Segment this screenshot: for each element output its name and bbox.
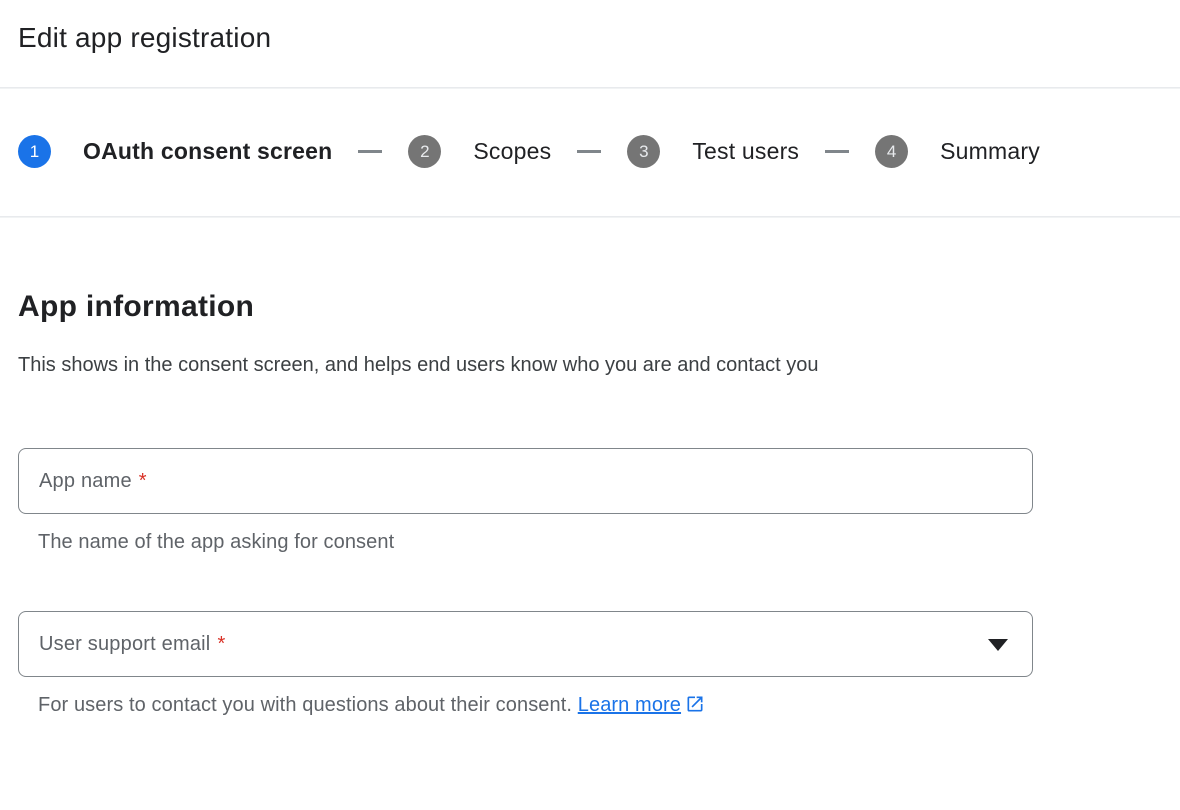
step-oauth-consent-screen[interactable]: 1 OAuth consent screen <box>18 135 332 168</box>
step-4-circle: 4 <box>875 135 908 168</box>
stepper-divider <box>0 216 1180 218</box>
user-support-email-label: User support email <box>39 633 210 656</box>
app-name-field-group: App name * The name of the app asking fo… <box>18 448 1033 555</box>
step-separator <box>358 150 382 153</box>
learn-more-label: Learn more <box>578 694 681 716</box>
step-test-users[interactable]: 3 Test users <box>627 135 799 168</box>
step-scopes[interactable]: 2 Scopes <box>408 135 551 168</box>
step-4-label: Summary <box>940 138 1040 165</box>
user-support-email-required-marker: * <box>217 633 225 656</box>
oauth-consent-form: App information This shows in the consen… <box>0 290 1180 721</box>
step-3-label: Test users <box>692 138 799 165</box>
page-title: Edit app registration <box>18 21 1180 55</box>
header-divider <box>0 87 1180 89</box>
section-heading: App information <box>18 290 1180 324</box>
app-name-helper-text: The name of the app asking for consent <box>38 529 1033 555</box>
step-2-circle: 2 <box>408 135 441 168</box>
learn-more-link[interactable]: Learn more <box>578 694 705 716</box>
app-name-required-marker: * <box>139 470 147 493</box>
app-name-input[interactable]: App name * <box>18 448 1033 514</box>
section-description: This shows in the consent screen, and he… <box>18 346 883 384</box>
external-link-icon <box>685 694 705 721</box>
user-support-email-field-group: User support email * For users to contac… <box>18 611 1033 721</box>
dropdown-arrow-icon[interactable] <box>988 639 1008 651</box>
app-name-label: App name <box>39 470 132 493</box>
step-1-circle: 1 <box>18 135 51 168</box>
user-support-email-helper-label: For users to contact you with questions … <box>38 694 572 716</box>
step-separator <box>577 150 601 153</box>
user-support-email-select[interactable]: User support email * <box>18 611 1033 677</box>
step-2-label: Scopes <box>473 138 551 165</box>
step-1-label: OAuth consent screen <box>83 138 332 165</box>
user-support-email-helper-text: For users to contact you with questions … <box>38 692 1033 721</box>
step-separator <box>825 150 849 153</box>
step-3-circle: 3 <box>627 135 660 168</box>
step-summary[interactable]: 4 Summary <box>875 135 1040 168</box>
page-header: Edit app registration <box>0 21 1180 55</box>
wizard-stepper: 1 OAuth consent screen 2 Scopes 3 Test u… <box>18 135 1180 168</box>
